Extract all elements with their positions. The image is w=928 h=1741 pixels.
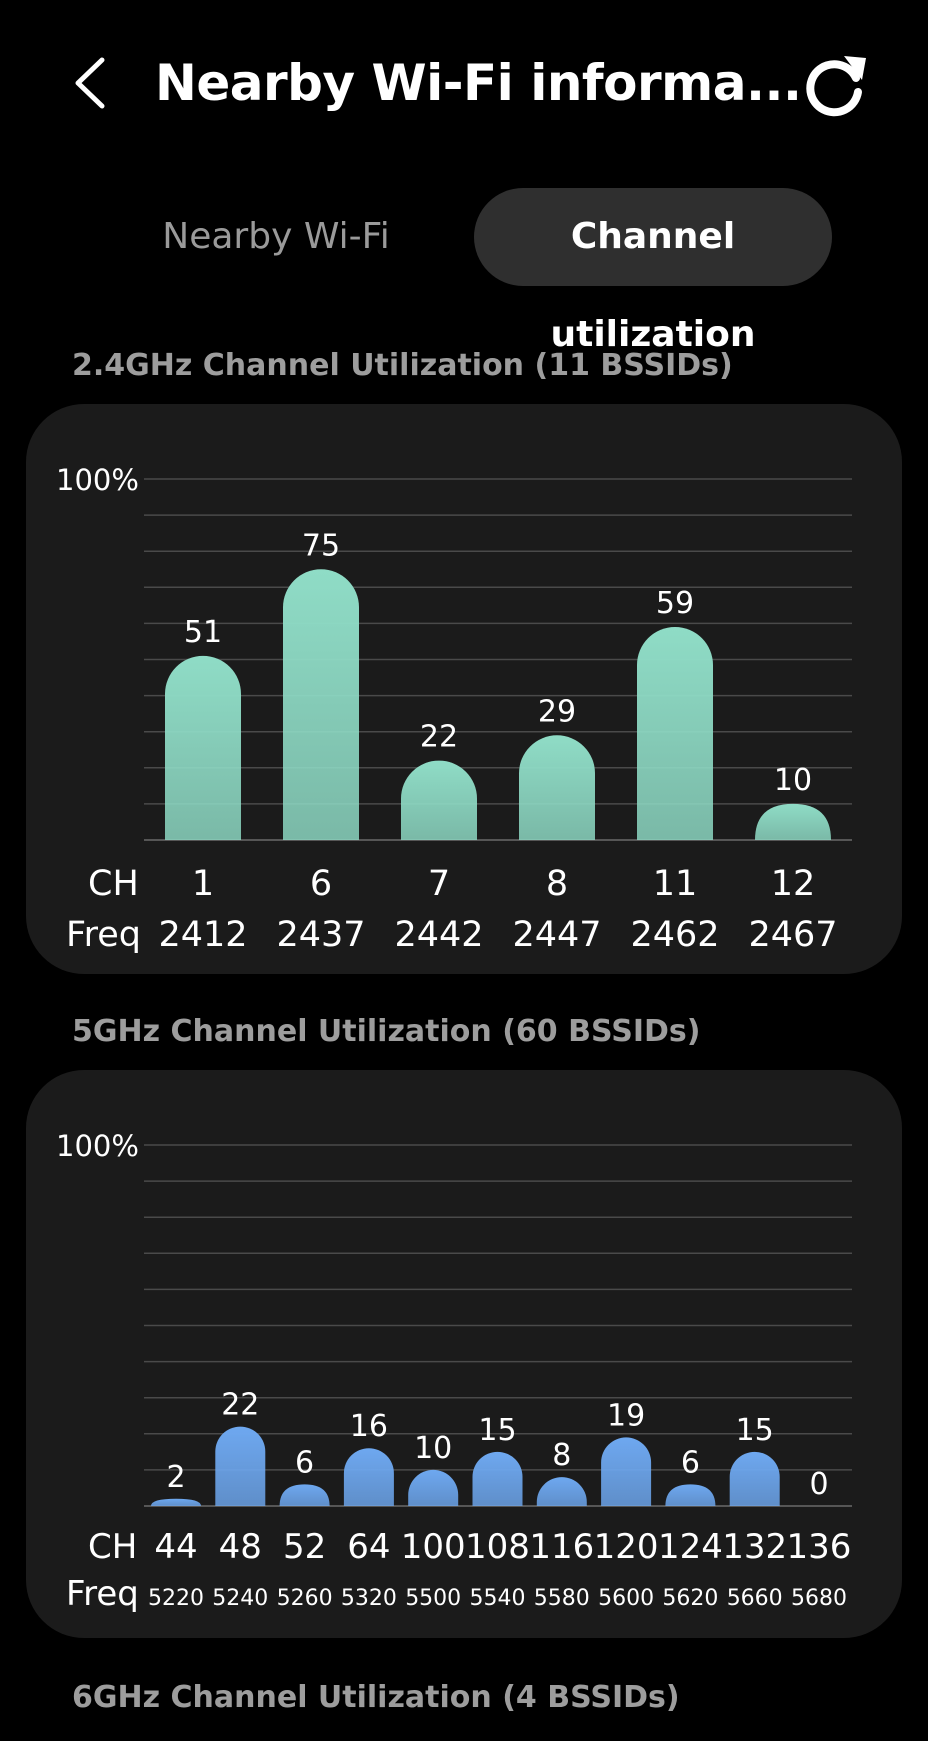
bar bbox=[637, 627, 713, 840]
frequency-tick-label: 5540 bbox=[470, 1586, 526, 1611]
bar bbox=[519, 735, 595, 840]
section-title-2-4ghz: 2.4GHz Channel Utilization (11 BSSIDs) bbox=[72, 348, 733, 383]
back-button[interactable] bbox=[66, 52, 116, 114]
bar bbox=[283, 569, 359, 840]
bar-value-label: 8 bbox=[552, 1438, 571, 1473]
tab-nearby-wifi[interactable]: Nearby Wi-Fi bbox=[130, 188, 422, 286]
channel-tick-label: 11 bbox=[653, 864, 698, 904]
frequency-tick-label: 2437 bbox=[276, 915, 365, 955]
channel-tick-label: 116 bbox=[529, 1527, 594, 1567]
channel-tick-label: 108 bbox=[465, 1527, 530, 1567]
frequency-tick-label: 2442 bbox=[394, 915, 483, 955]
channel-tick-label: 7 bbox=[428, 864, 450, 904]
chart-card-5ghz: 100% CH Freq 2 44 5220 22 48 5240 6 52 5260 16 64 5320… bbox=[26, 1070, 902, 1638]
channel-tick-label: 132 bbox=[722, 1527, 787, 1567]
bar bbox=[536, 1477, 587, 1506]
bar-value-label: 15 bbox=[736, 1413, 774, 1448]
frequency-row-label: Freq bbox=[66, 915, 141, 955]
bar bbox=[729, 1451, 780, 1506]
tab-channel-utilization[interactable]: Channel utilization bbox=[474, 188, 832, 355]
bar-value-label: 29 bbox=[538, 694, 576, 729]
frequency-tick-label: 5600 bbox=[598, 1586, 654, 1611]
bar bbox=[151, 1498, 201, 1506]
bar-value-label: 19 bbox=[607, 1398, 645, 1433]
y-axis-max-label: 100% bbox=[56, 463, 139, 497]
channel-tick-label: 136 bbox=[787, 1527, 852, 1567]
bar bbox=[165, 655, 241, 840]
frequency-tick-label: 5620 bbox=[662, 1586, 718, 1611]
channel-tick-label: 48 bbox=[219, 1527, 262, 1567]
refresh-button[interactable] bbox=[800, 50, 870, 120]
bar bbox=[665, 1484, 716, 1506]
bar-value-label: 6 bbox=[681, 1445, 700, 1480]
bar-value-label: 0 bbox=[809, 1467, 828, 1502]
frequency-row-label: Freq bbox=[66, 1574, 139, 1614]
channel-tick-label: 1 bbox=[192, 864, 214, 904]
channel-tick-label: 52 bbox=[283, 1527, 326, 1567]
tab-bar: Nearby Wi-Fi Channel utilization bbox=[0, 188, 928, 355]
chart-5ghz: 100% CH Freq 2 44 5220 22 48 5240 6 52 5260 16 64 5320… bbox=[56, 1129, 852, 1614]
refresh-icon bbox=[806, 56, 866, 117]
bar-value-label: 59 bbox=[656, 586, 694, 621]
app-header: Nearby Wi-Fi informa... bbox=[0, 0, 928, 170]
bar-value-label: 10 bbox=[774, 763, 812, 798]
channel-tick-label: 124 bbox=[658, 1527, 723, 1567]
chart-2-4ghz: 100% CH Freq 51 1 2412 75 6 2437 22 7 2442 29 8 2447 59… bbox=[56, 463, 852, 955]
frequency-tick-label: 5680 bbox=[791, 1586, 847, 1611]
chevron-left-icon bbox=[75, 57, 105, 109]
section-title-6ghz: 6GHz Channel Utilization (4 BSSIDs) bbox=[72, 1680, 680, 1715]
bar bbox=[279, 1484, 330, 1506]
section-title-5ghz: 5GHz Channel Utilization (60 BSSIDs) bbox=[72, 1014, 701, 1049]
bar bbox=[408, 1469, 459, 1506]
bar-value-label: 22 bbox=[221, 1388, 259, 1423]
bar-value-label: 10 bbox=[414, 1431, 452, 1466]
y-axis-max-label: 100% bbox=[56, 1129, 139, 1163]
bar bbox=[472, 1451, 523, 1506]
bar-value-label: 51 bbox=[184, 615, 222, 650]
bar bbox=[215, 1426, 266, 1506]
bar bbox=[601, 1437, 652, 1506]
frequency-tick-label: 5260 bbox=[277, 1586, 333, 1611]
bar-value-label: 6 bbox=[295, 1445, 314, 1480]
frequency-tick-label: 5500 bbox=[405, 1586, 461, 1611]
frequency-tick-label: 2467 bbox=[748, 915, 837, 955]
frequency-tick-label: 2447 bbox=[512, 915, 601, 955]
bar-value-label: 75 bbox=[302, 528, 340, 563]
bar-value-label: 16 bbox=[350, 1409, 388, 1444]
channel-row-label: CH bbox=[88, 864, 139, 904]
bar-value-label: 15 bbox=[478, 1413, 516, 1448]
page-title: Nearby Wi-Fi informa... bbox=[155, 54, 802, 112]
frequency-tick-label: 2462 bbox=[630, 915, 719, 955]
channel-tick-label: 12 bbox=[771, 864, 816, 904]
bar-value-label: 22 bbox=[420, 720, 458, 755]
bar bbox=[401, 760, 477, 840]
channel-tick-label: 8 bbox=[546, 864, 568, 904]
frequency-tick-label: 5240 bbox=[212, 1586, 268, 1611]
channel-tick-label: 64 bbox=[347, 1527, 390, 1567]
channel-row-label: CH bbox=[88, 1527, 137, 1567]
frequency-tick-label: 5220 bbox=[148, 1586, 204, 1611]
frequency-tick-label: 5320 bbox=[341, 1586, 397, 1611]
channel-tick-label: 120 bbox=[594, 1527, 659, 1567]
channel-tick-label: 44 bbox=[154, 1527, 197, 1567]
frequency-tick-label: 5580 bbox=[534, 1586, 590, 1611]
bar bbox=[343, 1448, 394, 1506]
frequency-tick-label: 5660 bbox=[727, 1586, 783, 1611]
chart-card-2-4ghz: 100% CH Freq 51 1 2412 75 6 2437 22 7 2442 29 8 2447 59… bbox=[26, 404, 902, 974]
channel-tick-label: 100 bbox=[401, 1527, 466, 1567]
frequency-tick-label: 2412 bbox=[158, 915, 247, 955]
channel-tick-label: 6 bbox=[310, 864, 332, 904]
bar-value-label: 2 bbox=[166, 1460, 185, 1495]
bar bbox=[755, 803, 831, 840]
